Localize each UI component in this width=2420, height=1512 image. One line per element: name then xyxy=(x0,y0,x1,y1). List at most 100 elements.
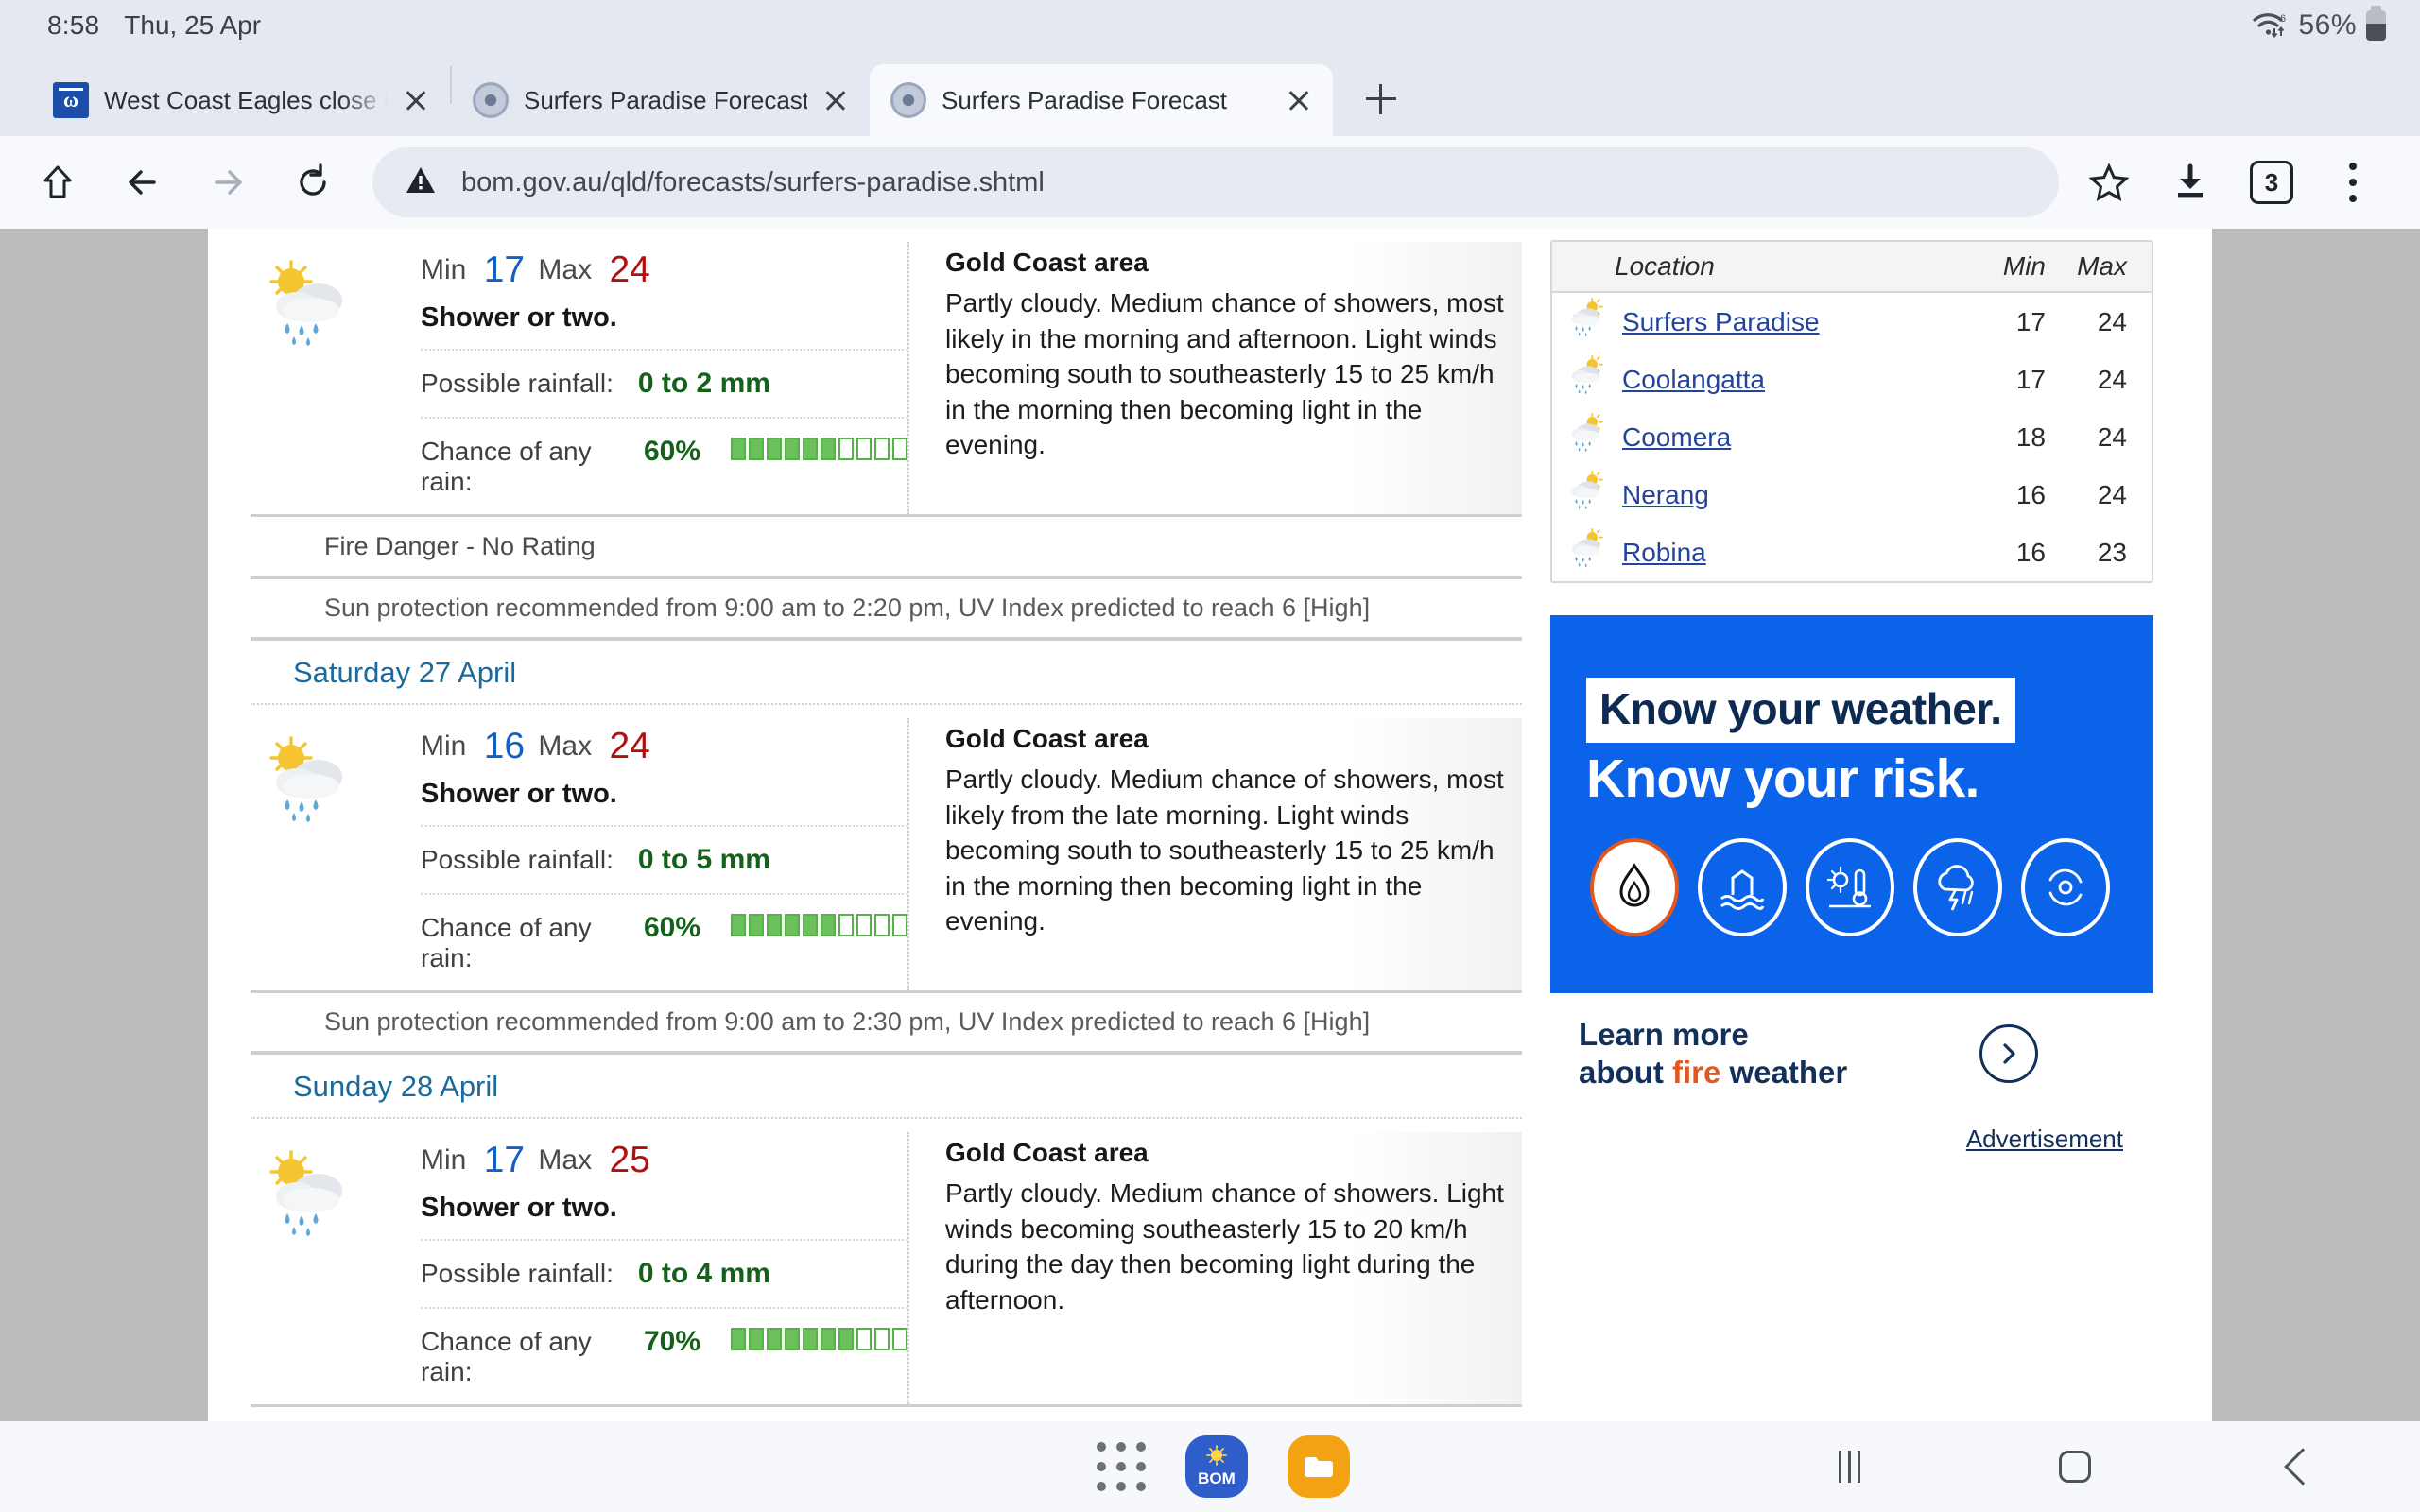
learn-pre: about xyxy=(1579,1055,1672,1091)
forecast-day-saturday: Saturday 27 April Min 16 Max 24 Shower o… xyxy=(251,637,1522,1051)
flood-icon xyxy=(1698,838,1787,936)
home-icon[interactable] xyxy=(17,142,98,223)
location-link[interactable]: Surfers Paradise xyxy=(1615,307,1955,337)
advertisement-banner[interactable]: Know your weather. Know your risk. xyxy=(1550,615,2153,993)
back-chevron-icon[interactable] xyxy=(2284,1448,2322,1486)
forward-arrow-icon xyxy=(187,142,268,223)
download-icon[interactable] xyxy=(2150,142,2231,223)
day-heading: Sunday 28 April xyxy=(293,1070,499,1103)
rain-chance-value: 60% xyxy=(643,912,700,943)
address-bar[interactable]: bom.gov.au/qld/forecasts/surfers-paradis… xyxy=(372,147,2059,217)
tab-1[interactable]: Surfers Paradise Forecast xyxy=(452,64,870,136)
max-label: Max xyxy=(538,730,593,762)
navigation-buttons xyxy=(1839,1448,2322,1486)
reload-icon[interactable] xyxy=(272,142,354,223)
rainfall-value: 0 to 4 mm xyxy=(637,1258,770,1289)
precis-text: Shower or two. xyxy=(421,1193,617,1223)
table-row[interactable]: Surfers Paradise 17 24 xyxy=(1552,293,2152,351)
ad-headline-1: Know your weather. xyxy=(1586,678,2015,743)
app-dock: BOM xyxy=(1097,1435,1350,1498)
table-row[interactable]: Coomera 18 24 xyxy=(1552,408,2152,466)
close-icon[interactable] xyxy=(1278,79,1320,121)
area-title: Gold Coast area xyxy=(945,724,1149,753)
rainfall-value: 0 to 2 mm xyxy=(637,368,770,399)
nearby-locations-table: Location Min Max Surfers Paradise 17 24 Co… xyxy=(1550,240,2153,583)
header-min: Min xyxy=(2002,251,2046,281)
learn-more-block[interactable]: Learn more about fire weather xyxy=(1550,1016,2153,1092)
page-viewport[interactable]: Min 17 Max 24 Shower or two. Possible ra… xyxy=(0,229,2420,1421)
area-text: Partly cloudy. Medium chance of showers,… xyxy=(945,288,1504,460)
ad-hazard-icons xyxy=(1590,838,2110,936)
precis-text: Shower or two. xyxy=(421,779,617,809)
bom-app-icon[interactable]: BOM xyxy=(1185,1435,1248,1498)
max-value: 25 xyxy=(609,1140,650,1180)
new-tab-button[interactable] xyxy=(1354,72,1409,127)
android-status-bar: 8:58 Thu, 25 Apr 6 56% xyxy=(0,0,2420,51)
status-clock: 8:58 xyxy=(47,10,100,40)
header-max: Max xyxy=(2077,251,2127,281)
possible-rainfall-row: Possible rainfall: 0 to 4 mm xyxy=(370,1241,908,1307)
battery-percent: 56% xyxy=(2298,9,2357,41)
app-drawer-icon[interactable] xyxy=(1097,1442,1146,1491)
min-value: 16 xyxy=(483,726,526,766)
browser-tab-strip: ω West Coast Eagles close in on Harry Su… xyxy=(0,51,2420,136)
star-icon[interactable] xyxy=(2068,142,2150,223)
location-link[interactable]: Coomera xyxy=(1615,422,1955,453)
min-value: 17 xyxy=(483,1140,526,1180)
possible-rainfall-row: Possible rainfall: 0 to 5 mm xyxy=(370,827,908,893)
possible-rainfall-row: Possible rainfall: 0 to 2 mm xyxy=(370,351,908,417)
location-max: 23 xyxy=(2097,537,2127,567)
close-icon[interactable] xyxy=(815,79,856,121)
min-max-row: Min 16 Max 24 xyxy=(370,718,908,769)
tab-count-button[interactable]: 3 xyxy=(2231,142,2312,223)
advertisement-label[interactable]: Advertisement xyxy=(1550,1092,2153,1154)
area-title: Gold Coast area xyxy=(945,248,1149,277)
bom-icon xyxy=(890,82,926,118)
sidebar-column: Location Min Max Surfers Paradise 17 24 Co… xyxy=(1541,229,2165,1421)
shower-sun-cloud-icon xyxy=(1565,413,1615,461)
battery-icon xyxy=(2366,6,2386,41)
location-link[interactable]: Coolangatta xyxy=(1615,365,1955,395)
learn-fire-word: fire xyxy=(1671,1055,1721,1091)
tab-2-active[interactable]: Surfers Paradise Forecast xyxy=(870,64,1333,136)
table-row[interactable]: Coolangatta 17 24 xyxy=(1552,351,2152,408)
tab-0[interactable]: ω West Coast Eagles close in on Harry xyxy=(32,64,450,136)
precis-text: Shower or two. xyxy=(421,302,617,333)
fire-icon xyxy=(1590,838,1679,936)
not-secure-warning-icon[interactable] xyxy=(405,164,437,201)
shower-sun-cloud-icon xyxy=(251,242,362,514)
min-max-row: Min 17 Max 24 xyxy=(370,242,908,293)
area-text: Partly cloudy. Medium chance of showers,… xyxy=(945,765,1504,936)
rainfall-label: Possible rainfall: xyxy=(421,1259,614,1288)
table-row[interactable]: Nerang 16 24 xyxy=(1552,466,2152,524)
shower-sun-cloud-icon xyxy=(1565,471,1615,519)
chevron-right-circle-icon[interactable] xyxy=(1979,1024,2038,1084)
location-max: 24 xyxy=(2097,306,2127,336)
back-arrow-icon[interactable] xyxy=(102,142,183,223)
learn-more-text: Learn more about fire weather xyxy=(1550,1016,1979,1092)
location-link[interactable]: Robina xyxy=(1615,538,1955,568)
forecast-day-sunday: Sunday 28 April Min 17 Max 25 Shower or … xyxy=(251,1051,1522,1421)
rain-chance-label: Chance of any rain: xyxy=(421,913,592,972)
learn-line-1: Learn more xyxy=(1579,1017,1749,1052)
fire-danger-line: Fire Danger - No Rating xyxy=(251,514,1522,576)
storm-icon xyxy=(1913,838,2002,936)
max-label: Max xyxy=(538,254,593,285)
status-date: Thu, 25 Apr xyxy=(124,10,262,40)
location-min: 18 xyxy=(2015,421,2046,452)
location-link[interactable]: Nerang xyxy=(1615,480,1955,510)
recents-icon[interactable] xyxy=(1839,1451,1860,1483)
forecast-column: Min 17 Max 24 Shower or two. Possible ra… xyxy=(208,229,1541,1421)
rain-chance-value: 60% xyxy=(643,436,700,467)
min-label: Min xyxy=(421,730,467,762)
shower-sun-cloud-icon xyxy=(1565,298,1615,346)
chance-of-rain-row: Chance of any rain: 70% xyxy=(370,1309,908,1404)
table-row[interactable]: Robina 16 23 xyxy=(1552,524,2152,581)
kebab-menu-icon[interactable] xyxy=(2312,142,2394,223)
rain-chance-label: Chance of any rain: xyxy=(421,437,592,496)
close-icon[interactable] xyxy=(395,79,437,121)
rainfall-label: Possible rainfall: xyxy=(421,845,614,874)
files-folder-icon[interactable] xyxy=(1288,1435,1350,1498)
tab-title: Surfers Paradise Forecast xyxy=(942,85,1228,114)
home-square-icon[interactable] xyxy=(2059,1451,2091,1483)
